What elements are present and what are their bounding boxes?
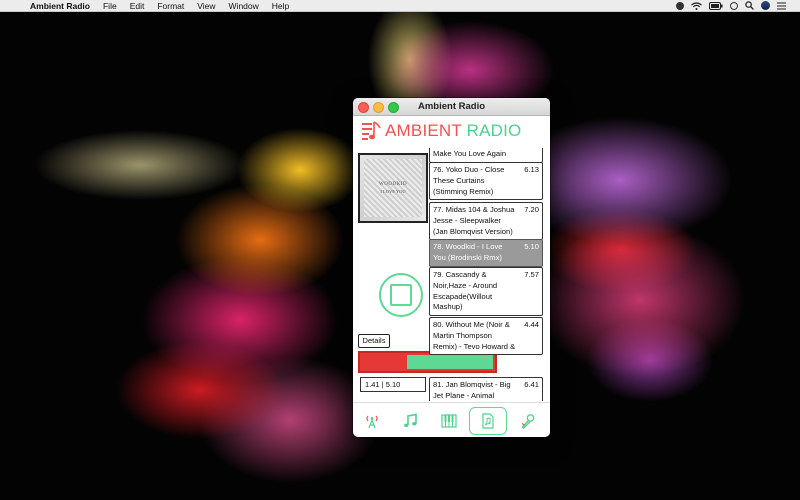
menu-view[interactable]: View xyxy=(197,1,215,11)
status-circle-icon[interactable] xyxy=(676,1,684,10)
track-title: 76. Yoko Duo - Close These Curtains (Sti… xyxy=(433,165,505,196)
track-title: 80. Without Me (Noir & Martin Thompson R… xyxy=(433,320,516,351)
time-display: 1.41 | 5.10 xyxy=(360,377,426,392)
menu-window[interactable]: Window xyxy=(229,1,259,11)
music-note-icon xyxy=(404,413,417,427)
menu-bar: Ambient Radio File Edit Format View Wind… xyxy=(0,0,800,12)
window-title: Ambient Radio xyxy=(417,101,486,112)
menu-format[interactable]: Format xyxy=(157,1,184,11)
menu-bar-tray xyxy=(676,1,800,10)
track-length: 7.20 xyxy=(524,205,539,214)
track-length: 6.13 xyxy=(524,165,539,174)
bottom-toolbar xyxy=(353,402,550,437)
album-art-title: I LOVE YOU xyxy=(380,189,406,194)
track-length: 6.41 xyxy=(524,380,539,389)
piano-icon xyxy=(441,414,457,428)
logo-music-list-icon xyxy=(362,121,381,140)
track-item[interactable]: 76. Yoko Duo - Close These Curtains (Sti… xyxy=(429,162,543,201)
album-art: WOODKID I LOVE YOU xyxy=(358,153,428,223)
stop-button[interactable] xyxy=(379,273,423,317)
window-minimize-button[interactable] xyxy=(373,102,384,113)
app-logo-text: AMBIENT RADIO xyxy=(385,121,521,141)
track-item[interactable]: 78. Woodkid - I Love You (Brodinski Rmx)… xyxy=(429,239,543,267)
music-file-tab-button[interactable] xyxy=(469,407,507,435)
stop-icon xyxy=(390,284,412,306)
details-button[interactable]: Details xyxy=(358,334,390,348)
radio-tower-icon xyxy=(366,415,378,429)
menu-help[interactable]: Help xyxy=(272,1,289,11)
track-list[interactable]: Make You Love Again 76. Yoko Duo - Close… xyxy=(429,148,545,401)
logo-word-ambient: AMBIENT xyxy=(385,121,462,140)
track-item[interactable]: 79. Cascandy & Noir,Haze - Around Escapa… xyxy=(429,267,543,317)
radio-tab-button[interactable] xyxy=(353,407,391,435)
music-file-icon xyxy=(482,413,494,429)
track-title: Make You Love Again xyxy=(433,149,507,158)
menu-app-name[interactable]: Ambient Radio xyxy=(30,1,90,11)
piano-tab-button[interactable] xyxy=(430,407,468,435)
notification-center-icon[interactable] xyxy=(777,2,786,10)
menu-edit[interactable]: Edit xyxy=(130,1,145,11)
track-title: 77. Midas 104 & Joshua Jesse - Sleepwalk… xyxy=(433,205,515,236)
logo-word-radio: RADIO xyxy=(466,121,522,140)
microphone-icon xyxy=(521,414,535,429)
window-titlebar[interactable]: Ambient Radio xyxy=(353,98,550,116)
track-item[interactable]: 80. Without Me (Noir & Martin Thompson R… xyxy=(429,317,543,356)
microphone-tab-button[interactable] xyxy=(509,407,547,435)
track-length: 5.10 xyxy=(524,242,539,251)
app-header: AMBIENT RADIO xyxy=(353,117,550,145)
track-length: 7.57 xyxy=(524,270,539,279)
ambient-radio-window: Ambient Radio AMBIENT RADIO WOODKID I LO… xyxy=(353,98,550,437)
track-title: 81. Jan Blomqvist - Big Jet Plane - Anim… xyxy=(433,380,511,400)
track-title: 78. Woodkid - I Love You (Brodinski Rmx) xyxy=(433,242,503,262)
user-avatar-icon[interactable] xyxy=(761,1,770,10)
battery-icon[interactable] xyxy=(709,1,723,10)
music-tab-button[interactable] xyxy=(391,407,429,435)
track-length: 4.44 xyxy=(524,320,539,329)
album-art-artist: WOODKID xyxy=(379,182,407,187)
track-title: 79. Cascandy & Noir,Haze - Around Escapa… xyxy=(433,270,498,312)
wifi-icon[interactable] xyxy=(691,1,702,10)
spotlight-search-icon[interactable] xyxy=(745,1,754,10)
track-item[interactable]: 77. Midas 104 & Joshua Jesse - Sleepwalk… xyxy=(429,202,543,241)
window-zoom-button[interactable] xyxy=(388,102,399,113)
track-item[interactable]: 81. Jan Blomqvist - Big Jet Plane - Anim… xyxy=(429,377,543,401)
album-art-image: WOODKID I LOVE YOU xyxy=(364,159,422,217)
track-item[interactable]: Make You Love Again xyxy=(429,148,543,163)
window-close-button[interactable] xyxy=(358,102,369,113)
menu-file[interactable]: File xyxy=(103,1,117,11)
clock-icon[interactable] xyxy=(730,1,738,10)
